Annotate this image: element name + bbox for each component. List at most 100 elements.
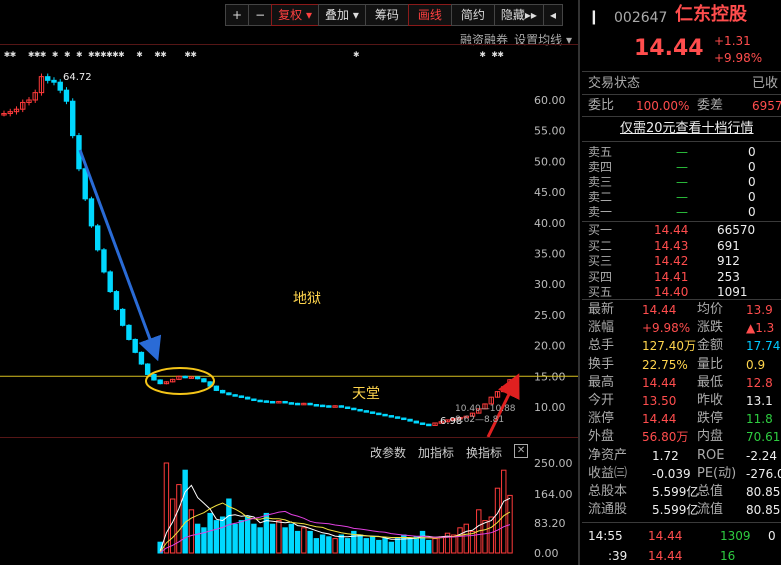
commission-ratio-value: 100.00% [636, 99, 690, 113]
right-label-2: 8.62—8.81 [455, 415, 505, 425]
candle-body [45, 76, 51, 81]
hell-label: 地狱 [293, 291, 321, 307]
switch-indicator-link[interactable]: 换指标 [466, 444, 502, 461]
volume-bar [282, 527, 288, 554]
divider [582, 116, 781, 117]
indicator-tools: 改参数 加指标 换指标 ✕ [370, 444, 529, 461]
add-indicator-link[interactable]: 加指标 [418, 444, 454, 461]
tick-time: 14:55 [588, 529, 623, 543]
stat-value: 1.72 [652, 448, 679, 463]
stat-label: 流值 [697, 502, 724, 518]
volume-bar [382, 538, 388, 554]
volume-bar [319, 534, 326, 554]
volume-bar [507, 494, 513, 554]
stat-value: -0.039 [652, 466, 691, 481]
candle-body [95, 225, 101, 251]
candle-body [219, 389, 226, 394]
candle-body [232, 394, 238, 397]
candle-body [263, 400, 270, 403]
candle-body [382, 413, 388, 417]
volume-bar [501, 469, 507, 554]
price-axis-tick: 25.00 [534, 309, 566, 322]
volume-bar [357, 534, 363, 554]
candle-body [88, 198, 95, 227]
volume-bar [419, 530, 426, 554]
candle-body [157, 379, 163, 385]
level2-promo-link[interactable]: 仅需20元查看十档行情 [620, 120, 754, 138]
candle-body [251, 398, 257, 402]
volume-bar [269, 523, 276, 554]
stat-label: 外盘 [588, 429, 615, 445]
volume-bar [457, 527, 463, 554]
candle-body [257, 399, 263, 403]
stat-value: 17.74 [746, 339, 781, 354]
sell-level-label: 卖一 [588, 205, 613, 219]
stat-label: 总手 [588, 338, 615, 354]
back-arrow-icon[interactable]: ❙ [588, 8, 600, 26]
stock-code: 002647 [614, 10, 668, 26]
stat-label: ROE [697, 447, 725, 463]
volume-bar [338, 534, 345, 554]
volume-bar [288, 523, 295, 554]
stat-value: 14.44 [642, 412, 677, 427]
stat-label: 跌停 [697, 411, 724, 427]
vertical-splitter[interactable] [578, 0, 580, 565]
volume-bar [294, 530, 301, 554]
volume-bar [407, 538, 413, 554]
stat-label: 流通股 [588, 502, 628, 518]
stat-value: 13.50 [642, 394, 677, 408]
divider [582, 299, 781, 300]
volume-bar [201, 527, 207, 554]
tick-volume: 16 [720, 549, 736, 563]
price-axis-tick: 40.00 [534, 217, 566, 230]
candle-body [407, 418, 413, 422]
candle-body [194, 376, 201, 380]
candle-body [307, 402, 313, 406]
stat-label: PE(动) [697, 465, 737, 481]
candle-body [138, 351, 145, 365]
candle-body [101, 249, 107, 273]
candle-body [344, 406, 351, 409]
stat-value: 127.40万 [642, 339, 696, 354]
kline-chart-area[interactable]: + − 复权 ▾ 叠加 ▾ 筹码 画线 简约 隐藏▸▸ ◂ 融资融券 设置均线 … [0, 0, 578, 565]
status-label: 交易状态 [588, 76, 641, 91]
stat-value: 14.44 [642, 303, 677, 317]
candle-body [244, 396, 251, 400]
stat-label: 今开 [588, 393, 615, 408]
stat-label: 涨停 [588, 411, 615, 427]
candle-body [126, 324, 132, 340]
volume-bar [369, 536, 376, 554]
volume-axis-tick: 250.00 [534, 457, 573, 470]
current-price: 14.44 [634, 36, 704, 61]
stat-value: +9.98% [642, 321, 691, 336]
price-change: +1.31 [714, 34, 751, 48]
tick-price: 14.44 [648, 529, 683, 543]
candle-body [313, 404, 320, 407]
price-axis-tick: 35.00 [534, 248, 566, 261]
volume-bar [426, 539, 432, 554]
candle-body [388, 415, 395, 418]
downtrend-arrow [78, 149, 162, 362]
tick-volume: 1309 [720, 529, 751, 543]
volume-bar [263, 512, 270, 554]
volume-bar [394, 538, 401, 554]
volume-bar [163, 462, 170, 554]
volume-bar [307, 530, 313, 554]
volume-bar [376, 539, 382, 554]
candle-body [70, 100, 76, 137]
stat-value: 5.599亿 [652, 503, 699, 518]
volume-bar [207, 512, 213, 554]
stat-label: 昨收 [697, 393, 724, 408]
stat-value: 11.8 [746, 412, 773, 427]
price-axis-tick: 30.00 [534, 278, 566, 291]
volume-bar [232, 523, 238, 554]
close-indicator-icon[interactable]: ✕ [514, 444, 529, 458]
candle-body [113, 291, 120, 310]
heaven-label: 天堂 [352, 386, 380, 402]
right-price-labels: 10.40—10.88 8.62—8.81 [455, 404, 516, 426]
price-axis-tick: 55.00 [534, 125, 566, 138]
stat-value: -2.24 [746, 448, 778, 463]
change-params-link[interactable]: 改参数 [370, 444, 406, 461]
divider [582, 141, 781, 142]
volume-bar [413, 536, 419, 554]
